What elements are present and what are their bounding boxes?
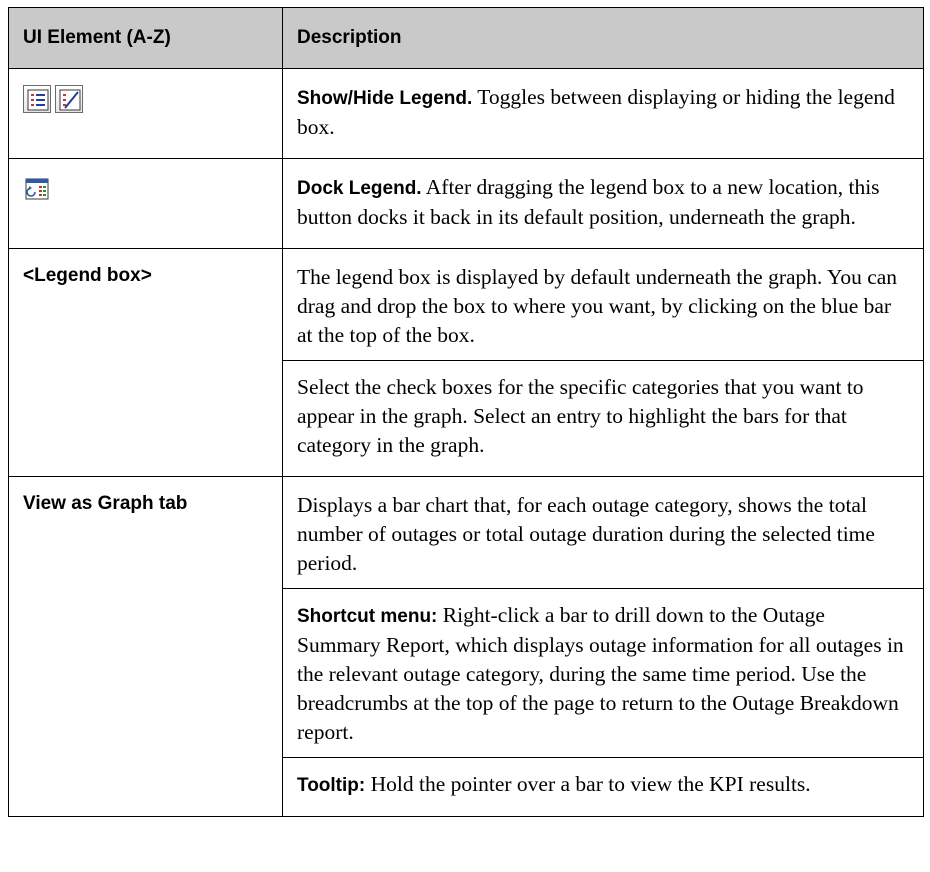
description-cell: Dock Legend. After dragging the legend b… — [282, 158, 924, 249]
show-legend-icon[interactable] — [23, 85, 51, 113]
description-paragraph: Displays a bar chart that, for each outa… — [297, 493, 875, 575]
description-paragraph: The legend box is displayed by default u… — [297, 265, 898, 347]
element-cell: <Legend box> — [8, 248, 283, 477]
element-cell — [8, 158, 283, 249]
header-ui-element: UI Element (A-Z) — [8, 7, 283, 69]
element-name: <Legend box> — [23, 265, 152, 286]
paragraph-text: Hold the pointer over a bar to view the … — [365, 772, 811, 796]
table-row: <Legend box> The legend box is displayed… — [8, 248, 924, 477]
table-row: View as Graph tab Displays a bar chart t… — [8, 476, 924, 817]
element-cell: View as Graph tab — [8, 476, 283, 817]
dock-legend-icon[interactable] — [23, 175, 51, 203]
description-paragraph: Select the check boxes for the specific … — [297, 375, 864, 457]
table-header-row: UI Element (A-Z) Description — [8, 7, 924, 69]
description-cell: The legend box is displayed by default u… — [282, 248, 924, 477]
icon-group — [23, 173, 268, 203]
description-paragraph: Shortcut menu: Right-click a bar to dril… — [297, 601, 909, 747]
description-cell: Displays a bar chart that, for each outa… — [282, 476, 924, 817]
ui-element-table: UI Element (A-Z) Description Show/Hide L… — [8, 7, 924, 817]
table-row: Dock Legend. After dragging the legend b… — [8, 158, 924, 249]
element-name: View as Graph tab — [23, 493, 188, 514]
icon-group — [23, 83, 268, 113]
paragraph-lead: Dock Legend. — [297, 178, 422, 199]
table-row: Show/Hide Legend. Toggles between displa… — [8, 68, 924, 159]
hide-legend-icon[interactable] — [55, 85, 83, 113]
paragraph-divider — [283, 588, 923, 589]
description-paragraph: Show/Hide Legend. Toggles between displa… — [297, 83, 909, 142]
description-paragraph: Dock Legend. After dragging the legend b… — [297, 173, 909, 232]
paragraph-divider — [283, 757, 923, 758]
description-paragraph: Tooltip: Hold the pointer over a bar to … — [297, 770, 909, 800]
paragraph-lead: Show/Hide Legend. — [297, 88, 473, 109]
header-description: Description — [282, 7, 924, 69]
description-cell: Show/Hide Legend. Toggles between displa… — [282, 68, 924, 159]
paragraph-lead: Tooltip: — [297, 775, 366, 796]
paragraph-divider — [283, 360, 923, 361]
paragraph-lead: Shortcut menu: — [297, 606, 438, 627]
element-cell — [8, 68, 283, 159]
